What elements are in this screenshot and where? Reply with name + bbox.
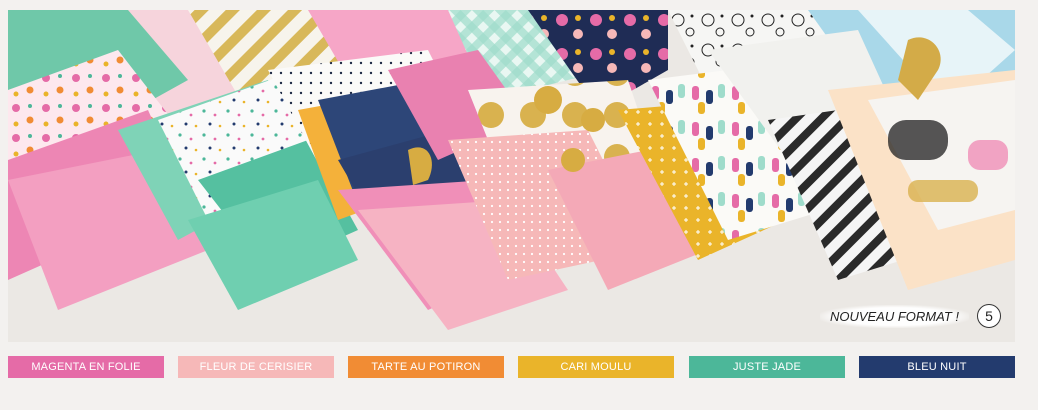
page-number-circle: 5 [977,304,1001,328]
swatch-label: BLEU NUIT [907,361,967,373]
swatch-tarte-au-potiron: TARTE AU POTIRON [348,356,504,378]
swatch-juste-jade: JUSTE JADE [689,356,845,378]
swatch-magenta-en-folie: MAGENTA EN FOLIE [8,356,164,378]
new-format-badge: NOUVEAU FORMAT ! 5 [819,304,1001,328]
new-format-label: NOUVEAU FORMAT ! [819,304,969,328]
swatch-label: TARTE AU POTIRON [371,361,481,373]
swatch-cari-moulu: CARI MOULU [518,356,674,378]
swatch-label: CARI MOULU [560,361,632,373]
color-swatch-bar: MAGENTA EN FOLIE FLEUR DE CERISIER TARTE… [8,356,1015,378]
swatch-bleu-nuit: BLEU NUIT [859,356,1015,378]
swatch-label: MAGENTA EN FOLIE [31,361,141,373]
product-photo: NOUVEAU FORMAT ! 5 [8,10,1015,342]
swatch-label: JUSTE JADE [732,361,801,373]
swatch-label: FLEUR DE CERISIER [199,361,313,373]
swatch-fleur-de-cerisier: FLEUR DE CERISIER [178,356,334,378]
paper-pack-illustration [8,10,1015,342]
